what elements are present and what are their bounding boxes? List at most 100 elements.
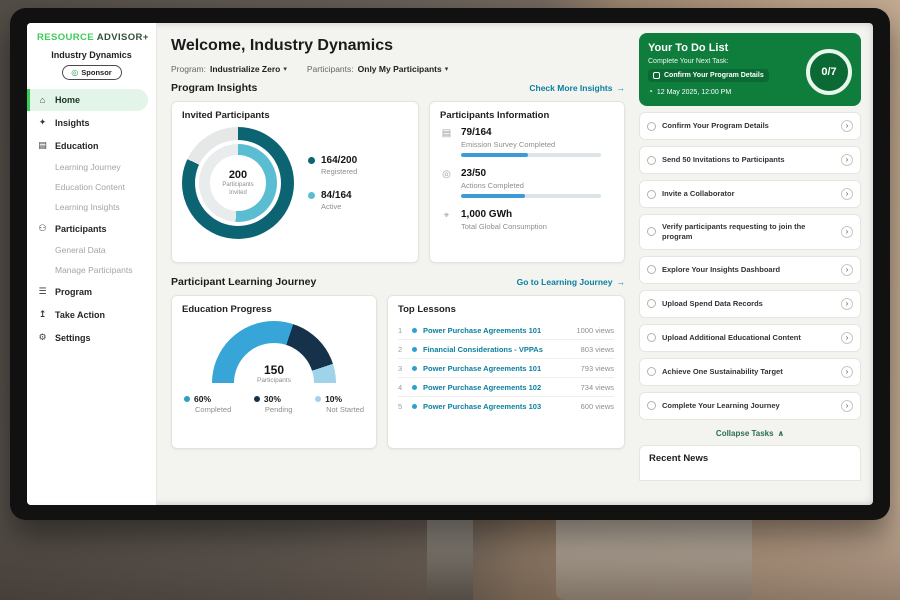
sidebar-item-general-data[interactable]: General Data — [27, 240, 156, 260]
sidebar-item-settings[interactable]: ⚙ Settings — [27, 326, 156, 349]
main-content: Welcome, Industry Dynamics Program: Indu… — [157, 23, 637, 505]
task-checkbox[interactable] — [647, 156, 656, 165]
stat-actions-value: 23/50 — [461, 168, 601, 179]
lesson-row[interactable]: 5 Power Purchase Agreements 103 600 view… — [398, 397, 614, 415]
task-checkbox[interactable] — [647, 333, 656, 342]
chevron-right-icon[interactable]: › — [841, 154, 853, 166]
lesson-dot-icon — [412, 404, 417, 409]
donut-center: 200 Participants Invited — [210, 155, 266, 211]
lesson-row[interactable]: 2 Financial Considerations - VPPAs 803 v… — [398, 340, 614, 359]
task-checkbox[interactable] — [647, 190, 656, 199]
task-checkbox[interactable] — [647, 299, 656, 308]
sidebar: RESOURCE ADVISOR+ Industry Dynamics ◎ Sp… — [27, 23, 157, 505]
task-row[interactable]: Upload Spend Data Records › — [639, 290, 861, 318]
chevron-down-icon: ▾ — [283, 65, 287, 73]
lesson-dot-icon — [412, 347, 417, 352]
card-participants-information: Participants Information ▤ 79/164 Emissi… — [429, 101, 625, 263]
chevron-right-icon[interactable]: › — [841, 298, 853, 310]
monitor-bezel: RESOURCE ADVISOR+ Industry Dynamics ◎ Sp… — [10, 8, 890, 520]
chevron-right-icon[interactable]: › — [841, 332, 853, 344]
stat-actions: ◎ 23/50 Actions Completed — [440, 168, 614, 198]
clock-icon: ◔ — [648, 88, 653, 96]
todo-progress-ring: 0/7 — [806, 49, 852, 95]
monitor-stand — [427, 518, 473, 600]
task-row[interactable]: Explore Your Insights Dashboard › — [639, 256, 861, 284]
gauge-center: 150 Participants — [212, 363, 336, 384]
sidebar-item-manage-participants[interactable]: Manage Participants — [27, 260, 156, 280]
recent-news-title: Recent News — [649, 453, 708, 464]
task-row[interactable]: Confirm Your Program Details › — [639, 112, 861, 140]
lesson-link[interactable]: Power Purchase Agreements 101 — [423, 326, 570, 335]
task-checkbox[interactable] — [647, 367, 656, 376]
chevron-right-icon[interactable]: › — [841, 264, 853, 276]
sponsor-label: Sponsor — [81, 68, 111, 77]
sidebar-item-take-action[interactable]: ↥ Take Action — [27, 303, 156, 326]
chevron-right-icon[interactable]: › — [841, 226, 853, 238]
lesson-views: 793 views — [581, 364, 614, 373]
go-to-learning-journey-link[interactable]: Go to Learning Journey → — [517, 277, 625, 287]
sidebar-item-learning-journey[interactable]: Learning Journey — [27, 157, 156, 177]
lesson-link[interactable]: Financial Considerations - VPPAs — [423, 345, 575, 354]
lesson-rank: 1 — [398, 326, 406, 335]
legend-not-started: 10% Not Started — [315, 394, 364, 414]
chevron-down-icon: ▾ — [445, 65, 449, 73]
brand-logo-resource: RESOURCE — [37, 32, 94, 43]
task-row[interactable]: Verify participants requesting to join t… — [639, 214, 861, 250]
lesson-row[interactable]: 1 Power Purchase Agreements 101 1000 vie… — [398, 321, 614, 340]
check-more-insights-link[interactable]: Check More Insights → — [529, 83, 625, 93]
legend-pending-value: 30% — [264, 394, 281, 404]
todo-next-task[interactable]: Confirm Your Program Details — [648, 69, 769, 82]
actions-icon: ◎ — [440, 169, 453, 198]
task-row[interactable]: Achieve One Sustainability Target › — [639, 358, 861, 386]
sidebar-item-education[interactable]: ▤ Education — [27, 134, 156, 157]
task-label: Invite a Collaborator — [662, 189, 835, 199]
lessons-card-title: Top Lessons — [398, 304, 614, 315]
lesson-link[interactable]: Power Purchase Agreements 103 — [423, 402, 575, 411]
chevron-right-icon[interactable]: › — [841, 188, 853, 200]
lesson-row[interactable]: 4 Power Purchase Agreements 102 734 view… — [398, 378, 614, 397]
participants-select-value: Only My Participants — [358, 64, 442, 74]
sidebar-item-education-content[interactable]: Education Content — [27, 177, 156, 197]
program-select[interactable]: Program: Industrialize Zero ▾ — [171, 64, 287, 74]
task-checkbox[interactable] — [647, 265, 656, 274]
participants-select[interactable]: Participants: Only My Participants ▾ — [307, 64, 448, 74]
sidebar-item-participants[interactable]: ⚇ Participants — [27, 217, 156, 240]
collapse-tasks-link[interactable]: Collapse Tasks ∧ — [639, 429, 861, 438]
education-icon: ▤ — [37, 140, 48, 151]
actions-progress-track — [461, 194, 601, 198]
lesson-row[interactable]: 3 Power Purchase Agreements 101 793 view… — [398, 359, 614, 378]
sponsor-badge[interactable]: ◎ Sponsor — [62, 65, 122, 80]
legend-registered: 164/200 Registered — [308, 155, 357, 176]
nav-label: Settings — [55, 333, 91, 343]
sidebar-item-program[interactable]: ☰ Program — [27, 280, 156, 303]
task-label: Verify participants requesting to join t… — [662, 222, 835, 242]
lesson-link[interactable]: Power Purchase Agreements 101 — [423, 364, 575, 373]
task-label: Explore Your Insights Dashboard — [662, 265, 835, 275]
task-row[interactable]: Complete Your Learning Journey › — [639, 392, 861, 420]
learning-journey-header: Participant Learning Journey Go to Learn… — [171, 276, 625, 288]
participants-icon: ⚇ — [37, 223, 48, 234]
sidebar-item-learning-insights[interactable]: Learning Insights — [27, 197, 156, 217]
nav-label: Program — [55, 287, 92, 297]
task-checkbox[interactable] — [647, 227, 656, 236]
consumption-icon: ⌖ — [440, 210, 453, 235]
photo-background: RESOURCE ADVISOR+ Industry Dynamics ◎ Sp… — [0, 0, 900, 600]
chevron-right-icon[interactable]: › — [841, 366, 853, 378]
task-checkbox[interactable] — [647, 122, 656, 131]
chevron-right-icon[interactable]: › — [841, 120, 853, 132]
sidebar-item-home[interactable]: ⌂ Home — [27, 89, 148, 111]
nav-label: Education — [55, 141, 99, 151]
task-row[interactable]: Send 50 Invitations to Participants › — [639, 146, 861, 174]
donut-legend: 164/200 Registered 84/164 Active — [308, 155, 357, 211]
task-checkbox[interactable] — [647, 401, 656, 410]
settings-icon: ⚙ — [37, 332, 48, 343]
task-row[interactable]: Invite a Collaborator › — [639, 180, 861, 208]
info-card-title: Participants Information — [440, 110, 614, 121]
chevron-right-icon[interactable]: › — [841, 400, 853, 412]
task-row[interactable]: Upload Additional Educational Content › — [639, 324, 861, 352]
lesson-link[interactable]: Power Purchase Agreements 102 — [423, 383, 575, 392]
program-select-label: Program: — [171, 64, 206, 74]
todo-hero-card: Your To Do List Complete Your Next Task:… — [639, 33, 861, 106]
sidebar-item-insights[interactable]: ✦ Insights — [27, 111, 156, 134]
legend-dot-registered — [308, 157, 315, 164]
